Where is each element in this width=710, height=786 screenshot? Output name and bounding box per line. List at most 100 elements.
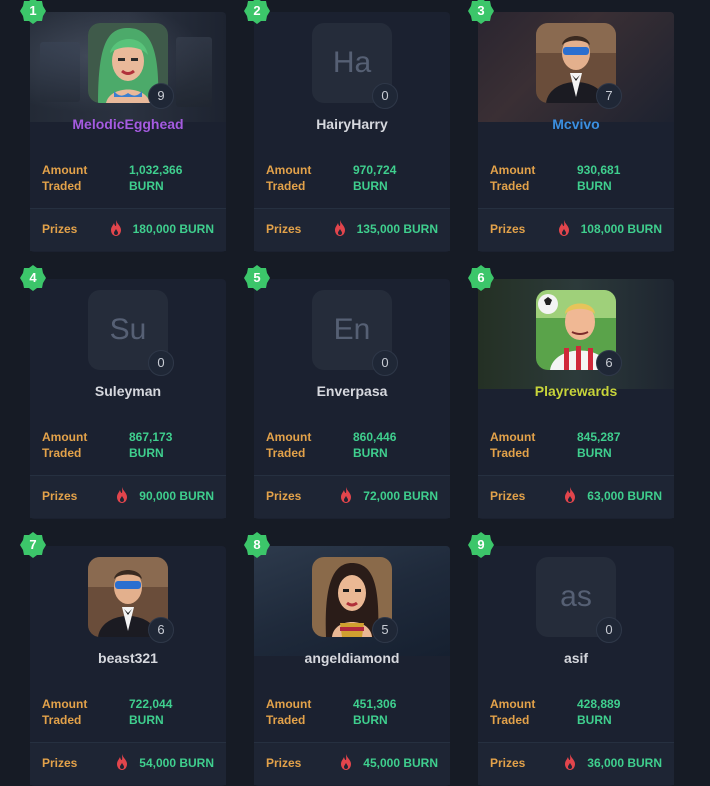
amount-traded-value: 1,032,366 BURN bbox=[129, 163, 183, 193]
player-level: 6 bbox=[148, 617, 174, 643]
player-card[interactable]: 4 Su 0 Suleyman Amount Traded 867,173 BUR… bbox=[20, 265, 226, 519]
rank-badge: 6 bbox=[468, 265, 494, 291]
prize-value: 90,000 BURN bbox=[139, 489, 214, 503]
amount-traded-value: 970,724 BURN bbox=[353, 163, 397, 193]
rank-badge: 2 bbox=[244, 0, 270, 24]
amount-traded-label: Amount Traded bbox=[266, 163, 312, 193]
prize-value: 54,000 BURN bbox=[139, 756, 214, 770]
amount-traded-row: Amount Traded 451,306 BURN bbox=[254, 693, 450, 735]
prize-value: 36,000 BURN bbox=[587, 756, 662, 770]
amount-traded-row: Amount Traded 930,681 BURN bbox=[478, 159, 674, 201]
prizes-label: Prizes bbox=[42, 756, 78, 770]
amount-traded-row: Amount Traded 867,173 BURN bbox=[30, 426, 226, 468]
player-level: 5 bbox=[372, 617, 398, 643]
player-card[interactable]: 9 as 0 asif Amount Traded 428,889 BURN Pr… bbox=[468, 532, 674, 786]
player-level: 0 bbox=[372, 83, 398, 109]
player-name[interactable]: Enverpasa bbox=[254, 383, 450, 399]
amount-traded-label: Amount Traded bbox=[266, 430, 312, 460]
amount-traded-value: 428,889 BURN bbox=[577, 697, 621, 727]
amount-traded-row: Amount Traded 860,446 BURN bbox=[254, 426, 450, 468]
prizes-row: Prizes 45,000 BURN bbox=[254, 742, 450, 785]
player-name[interactable]: MelodicEgghead bbox=[30, 116, 226, 132]
amount-traded-value: 845,287 BURN bbox=[577, 430, 621, 460]
amount-traded-label: Amount Traded bbox=[42, 163, 88, 193]
fire-icon bbox=[565, 754, 575, 770]
rank-badge: 5 bbox=[244, 265, 270, 291]
prizes-row: Prizes 90,000 BURN bbox=[30, 475, 226, 518]
amount-traded-label: Amount Traded bbox=[42, 697, 88, 727]
amount-traded-value: 867,173 BURN bbox=[129, 430, 173, 460]
prizes-label: Prizes bbox=[490, 222, 526, 236]
player-name[interactable]: asif bbox=[478, 650, 674, 666]
player-name[interactable]: angeldiamond bbox=[254, 650, 450, 666]
amount-traded-label: Amount Traded bbox=[490, 430, 536, 460]
prize-value: 108,000 BURN bbox=[580, 222, 662, 236]
prizes-row: Prizes 180,000 BURN bbox=[30, 208, 226, 251]
leaderboard-grid: 1 9 MelodicEgghead Amount Traded 1,032,3… bbox=[0, 0, 710, 786]
prizes-label: Prizes bbox=[266, 222, 302, 236]
amount-traded-value: 860,446 BURN bbox=[353, 430, 397, 460]
prize-value: 45,000 BURN bbox=[363, 756, 438, 770]
prizes-label: Prizes bbox=[42, 222, 78, 236]
rank-badge: 1 bbox=[20, 0, 46, 24]
rank-badge: 9 bbox=[468, 532, 494, 558]
player-name[interactable]: Mcvivo bbox=[478, 116, 674, 132]
prizes-row: Prizes 63,000 BURN bbox=[478, 475, 674, 518]
amount-traded-value: 930,681 BURN bbox=[577, 163, 621, 193]
fire-icon bbox=[117, 754, 127, 770]
player-card[interactable]: 7 6 beast321 Amount Traded 722,044 BURN P… bbox=[20, 532, 226, 786]
amount-traded-row: Amount Traded 970,724 BURN bbox=[254, 159, 450, 201]
amount-traded-value: 451,306 BURN bbox=[353, 697, 397, 727]
player-name[interactable]: HairyHarry bbox=[254, 116, 450, 132]
player-name[interactable]: Suleyman bbox=[30, 383, 226, 399]
amount-traded-row: Amount Traded 845,287 BURN bbox=[478, 426, 674, 468]
prizes-row: Prizes 108,000 BURN bbox=[478, 208, 674, 251]
player-card[interactable]: 6 6 Playrewards Amount Traded 845,287 BUR… bbox=[468, 265, 674, 519]
prizes-label: Prizes bbox=[266, 489, 302, 503]
player-card[interactable]: 8 5 angeldiamond Amount Traded 451,306 BU… bbox=[244, 532, 450, 786]
fire-icon bbox=[335, 220, 345, 236]
prize-value: 180,000 BURN bbox=[132, 222, 214, 236]
player-card[interactable]: 2 Ha 0 HairyHarry Amount Traded 970,724 B… bbox=[244, 0, 450, 252]
player-level: 0 bbox=[148, 350, 174, 376]
player-level: 0 bbox=[372, 350, 398, 376]
amount-traded-row: Amount Traded 722,044 BURN bbox=[30, 693, 226, 735]
prizes-label: Prizes bbox=[42, 489, 78, 503]
player-level: 0 bbox=[596, 617, 622, 643]
amount-traded-label: Amount Traded bbox=[42, 430, 88, 460]
player-name[interactable]: beast321 bbox=[30, 650, 226, 666]
rank-badge: 3 bbox=[468, 0, 494, 24]
player-level: 7 bbox=[596, 83, 622, 109]
prizes-row: Prizes 72,000 BURN bbox=[254, 475, 450, 518]
amount-traded-row: Amount Traded 1,032,366 BURN bbox=[30, 159, 226, 201]
player-card[interactable]: 3 7 Mcvivo Amount Traded 930,681 BURN Pri… bbox=[468, 0, 674, 252]
prizes-row: Prizes 135,000 BURN bbox=[254, 208, 450, 251]
amount-traded-label: Amount Traded bbox=[266, 697, 312, 727]
prizes-label: Prizes bbox=[266, 756, 302, 770]
amount-traded-label: Amount Traded bbox=[490, 697, 536, 727]
prizes-row: Prizes 36,000 BURN bbox=[478, 742, 674, 785]
prizes-label: Prizes bbox=[490, 756, 526, 770]
prizes-row: Prizes 54,000 BURN bbox=[30, 742, 226, 785]
rank-badge: 8 bbox=[244, 532, 270, 558]
prize-value: 63,000 BURN bbox=[587, 489, 662, 503]
prize-value: 135,000 BURN bbox=[356, 222, 438, 236]
fire-icon bbox=[559, 220, 569, 236]
fire-icon bbox=[117, 487, 127, 503]
amount-traded-value: 722,044 BURN bbox=[129, 697, 173, 727]
player-card[interactable]: 5 En 0 Enverpasa Amount Traded 860,446 BU… bbox=[244, 265, 450, 519]
rank-badge: 4 bbox=[20, 265, 46, 291]
amount-traded-label: Amount Traded bbox=[490, 163, 536, 193]
prize-value: 72,000 BURN bbox=[363, 489, 438, 503]
player-level: 6 bbox=[596, 350, 622, 376]
fire-icon bbox=[111, 220, 121, 236]
prizes-label: Prizes bbox=[490, 489, 526, 503]
fire-icon bbox=[341, 487, 351, 503]
player-card[interactable]: 1 9 MelodicEgghead Amount Traded 1,032,3… bbox=[20, 0, 226, 252]
player-level: 9 bbox=[148, 83, 174, 109]
amount-traded-row: Amount Traded 428,889 BURN bbox=[478, 693, 674, 735]
rank-badge: 7 bbox=[20, 532, 46, 558]
player-name[interactable]: Playrewards bbox=[478, 383, 674, 399]
fire-icon bbox=[565, 487, 575, 503]
fire-icon bbox=[341, 754, 351, 770]
